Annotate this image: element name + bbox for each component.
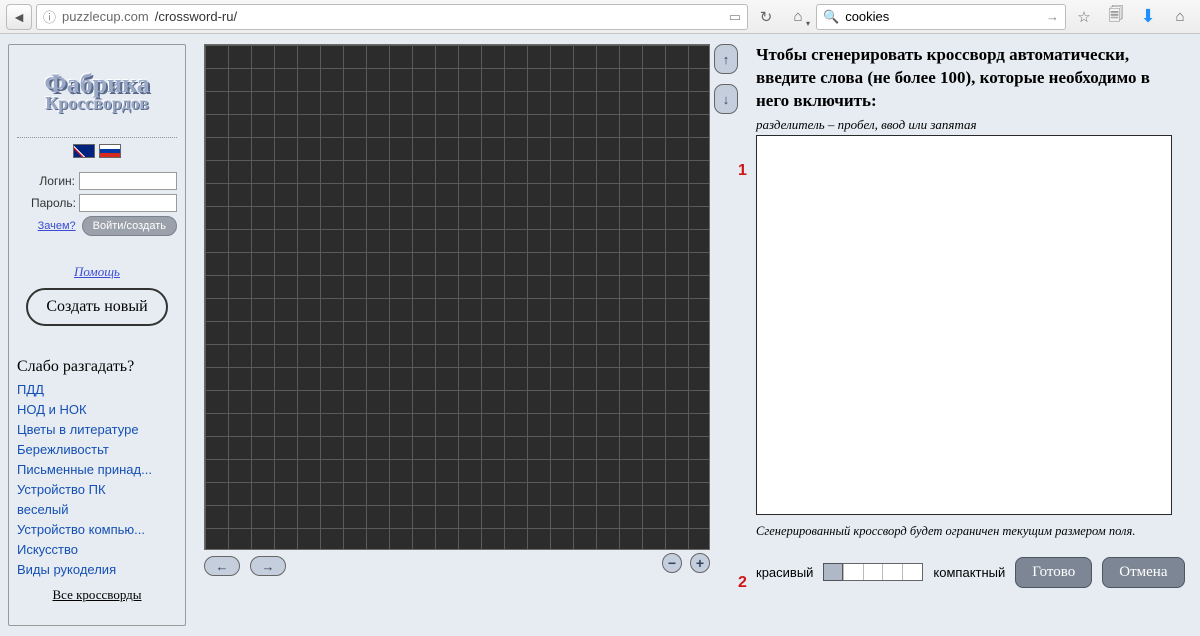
words-textarea[interactable] (756, 135, 1172, 515)
list-item[interactable]: веселый (17, 502, 177, 517)
generator-panel: Чтобы сгенерировать кроссворд автоматиче… (756, 44, 1193, 626)
home-button[interactable]: ⌂▾ (784, 4, 812, 30)
list-item[interactable]: Устройство компью... (17, 522, 177, 537)
why-link[interactable]: Зачем? (38, 220, 76, 232)
list-item[interactable]: ПДД (17, 382, 177, 397)
generator-title: Чтобы сгенерировать кроссворд автоматиче… (756, 44, 1185, 113)
list-item[interactable]: Письменные принад... (17, 462, 177, 477)
login-block: Логин: Пароль: Зачем? Войти/создать (17, 172, 177, 236)
login-input[interactable] (79, 172, 177, 190)
solve-heading: Слабо разгадать? (17, 358, 134, 376)
clipboard-icon[interactable]: 🗐 (1102, 4, 1130, 30)
info-icon: ⓘ (43, 7, 56, 26)
minus-button[interactable]: − (662, 553, 682, 573)
url-bar[interactable]: ⓘ puzzlecup.com/crossword-ru/ ▭ (36, 4, 748, 30)
url-host: puzzlecup.com (62, 9, 149, 24)
crossword-grid[interactable] (204, 44, 710, 550)
logo-line2: Кроссвордов (45, 93, 149, 114)
flag-uk-icon[interactable] (73, 144, 95, 158)
list-item[interactable]: Виды рукоделия (17, 562, 177, 577)
search-input[interactable] (845, 9, 1040, 24)
slider-knob[interactable] (823, 563, 843, 581)
sidebar: Фабрика Кроссвордов Логин: Пароль: Зачем… (8, 44, 186, 626)
list-item[interactable]: Цветы в литературе (17, 422, 177, 437)
bookmark-star-icon[interactable]: ☆ (1070, 4, 1098, 30)
grid-lines (205, 45, 709, 549)
password-input[interactable] (79, 194, 177, 212)
list-item[interactable]: НОД и НОК (17, 402, 177, 417)
density-slider[interactable] (823, 563, 923, 581)
create-new-button[interactable]: Создать новый (26, 288, 167, 326)
crossword-link-list: ПДД НОД и НОК Цветы в литературе Бережли… (17, 382, 177, 577)
done-button[interactable]: Готово (1015, 557, 1092, 588)
nav-back-button[interactable]: ◄ (6, 4, 32, 30)
search-go-icon[interactable]: → (1046, 9, 1059, 24)
generator-controls: красивый компактный Готово Отмена (756, 557, 1185, 588)
slider-label-right: компактный (933, 565, 1005, 580)
downloads-icon[interactable]: ⬇ (1134, 4, 1162, 30)
reader-icon[interactable]: ▭ (729, 9, 741, 25)
url-path: /crossword-ru/ (155, 9, 237, 24)
arrow-left-button[interactable]: ← (204, 556, 240, 576)
list-item[interactable]: Искусство (17, 542, 177, 557)
all-crosswords-link[interactable]: Все кроссворды (52, 587, 141, 603)
logo: Фабрика Кроссвордов (17, 51, 177, 131)
help-link[interactable]: Помощь (74, 264, 120, 280)
page-body: Фабрика Кроссвордов Логин: Пароль: Зачем… (0, 34, 1200, 636)
home2-icon[interactable]: ⌂ (1166, 4, 1194, 30)
list-item[interactable]: Бережливостьт (17, 442, 177, 457)
grid-area: ← → − + ↑ ↓ 1 2 (204, 44, 738, 626)
language-flags (73, 144, 121, 158)
generator-note: Сгенерированный кроссворд будет ограниче… (756, 524, 1185, 539)
password-label: Пароль: (31, 196, 75, 210)
login-button[interactable]: Войти/создать (82, 216, 177, 236)
search-icon: 🔍 (823, 9, 839, 25)
marker-1: 1 (738, 162, 747, 180)
arrow-up-button[interactable]: ↑ (714, 44, 738, 74)
search-box[interactable]: 🔍 → (816, 4, 1066, 30)
login-label: Логин: (31, 174, 75, 188)
list-item[interactable]: Устройство ПК (17, 482, 177, 497)
generator-hint: разделитель – пробел, ввод или запятая (756, 117, 1185, 133)
divider (17, 137, 177, 138)
grid-wrap: ← → − + (204, 44, 710, 626)
reload-button[interactable]: ↻ (752, 4, 780, 30)
arrow-right-button[interactable]: → (250, 556, 286, 576)
slider-label-left: красивый (756, 565, 813, 580)
cancel-button[interactable]: Отмена (1102, 557, 1184, 588)
arrow-down-button[interactable]: ↓ (714, 84, 738, 114)
flag-ru-icon[interactable] (99, 144, 121, 158)
browser-toolbar: ◄ ⓘ puzzlecup.com/crossword-ru/ ▭ ↻ ⌂▾ 🔍… (0, 0, 1200, 34)
marker-2: 2 (738, 574, 747, 592)
plus-button[interactable]: + (690, 553, 710, 573)
